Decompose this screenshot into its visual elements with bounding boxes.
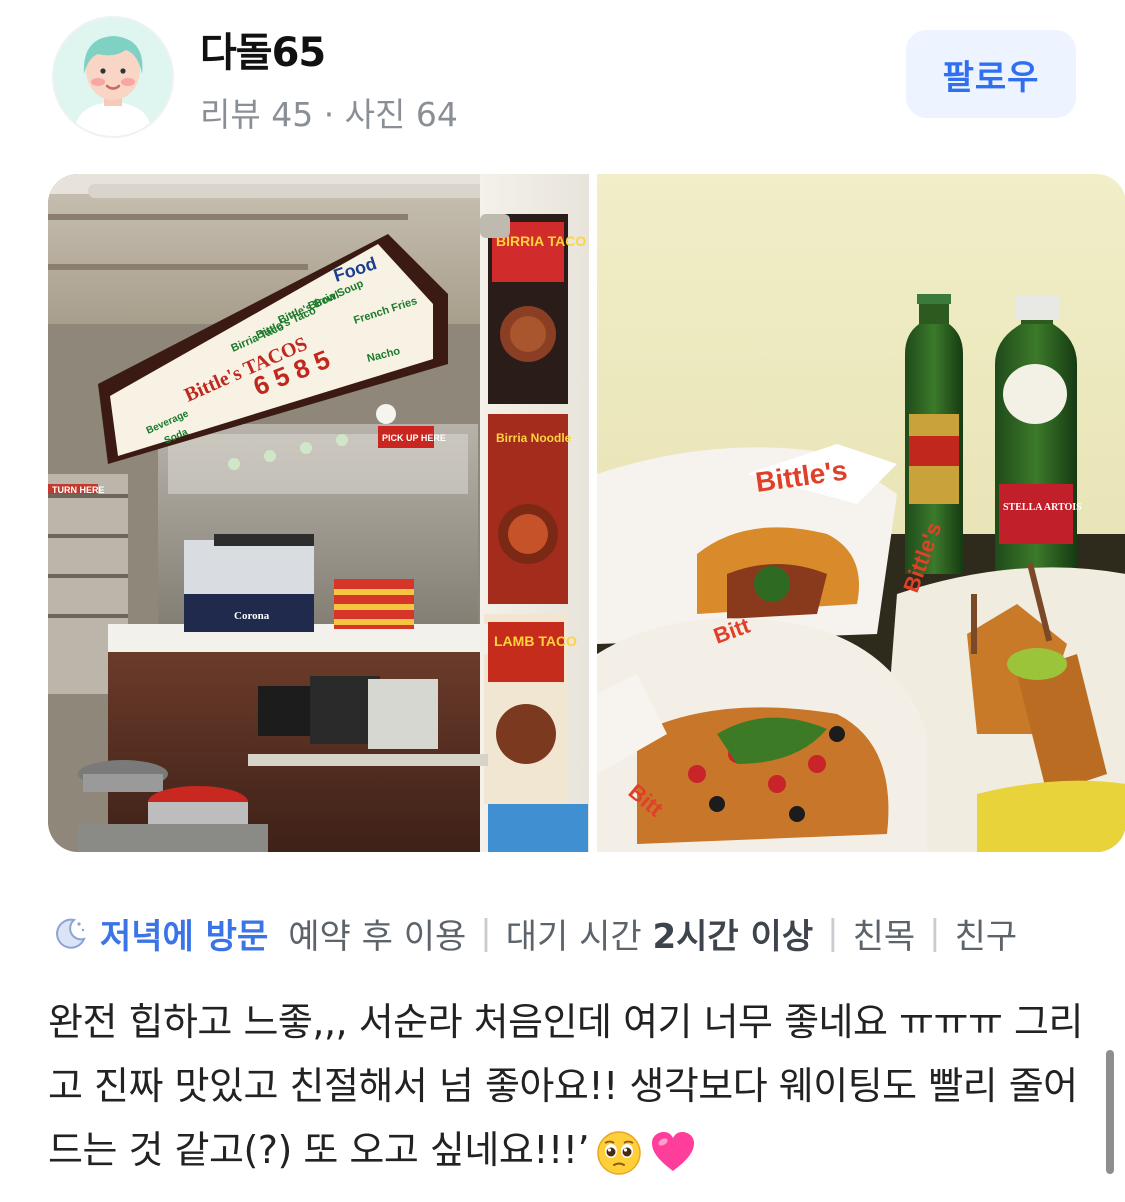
visit-time: 저녁에 방문 (100, 916, 269, 957)
poster-noodle-title: Birria Noodle (496, 431, 572, 445)
tag-separator: | (827, 913, 839, 953)
user-stats: 리뷰 45 · 사진 64 (200, 95, 458, 134)
pink-heart-emoji (652, 1131, 695, 1171)
review-body[interactable]: 완전 힙하고 느좋,,, 서순라 처음인데 여기 너무 좋네요 ㅠㅠㅠ 그리고 … (48, 990, 1088, 1182)
review-text: 완전 힙하고 느좋,,, 서순라 처음인데 여기 너무 좋네요 ㅠㅠㅠ 그리고 … (48, 1000, 1083, 1172)
photo-restaurant-interior[interactable]: TURN HERE Food Bittle's TACOS Birria Tac… (48, 174, 589, 852)
moon-icon (56, 918, 86, 949)
tag-reservation: 예약 후 이용 (288, 916, 467, 957)
poster-lamb-title: LAMB TACO (494, 633, 577, 649)
wait-time-label: 대기 시간 (505, 916, 642, 957)
review-photos: TURN HERE Food Bittle's TACOS Birria Tac… (48, 174, 1125, 852)
scrollbar[interactable] (1106, 1050, 1114, 1174)
pickup-sign: PICK UP HERE (382, 433, 446, 443)
avatar[interactable] (52, 16, 174, 138)
poster-birria-title: BIRRIA TACO (496, 233, 586, 249)
visit-info-row: 저녁에 방문 예약 후 이용 | 대기 시간 2시간 이상 | 친목 | 친구 (52, 908, 1017, 958)
tag-wait-time: 대기 시간 2시간 이상 (506, 909, 813, 958)
photo-food-baskets[interactable]: STELLA ARTOIS Bittle's Bitt Bittle's Bit… (597, 174, 1125, 852)
wait-time-value: 2시간 이상 (652, 916, 814, 957)
reviewer-header: 다돌65 리뷰 45 · 사진 64 팔로우 (0, 0, 1125, 160)
user-name[interactable]: 다돌65 (200, 20, 326, 78)
cooler-brand: Corona (234, 610, 270, 622)
pleading-face-emoji (597, 1130, 641, 1175)
tag-separator: | (480, 913, 492, 953)
stella-label: STELLA ARTOIS (1003, 502, 1082, 513)
tag-separator: | (929, 913, 941, 953)
turn-sign-text: TURN HERE (52, 485, 105, 495)
follow-button[interactable]: 팔로우 (906, 30, 1076, 118)
tag-companion: 친구 (954, 916, 1018, 957)
tag-purpose: 친목 (852, 916, 916, 957)
avatar-illustration (54, 18, 172, 136)
